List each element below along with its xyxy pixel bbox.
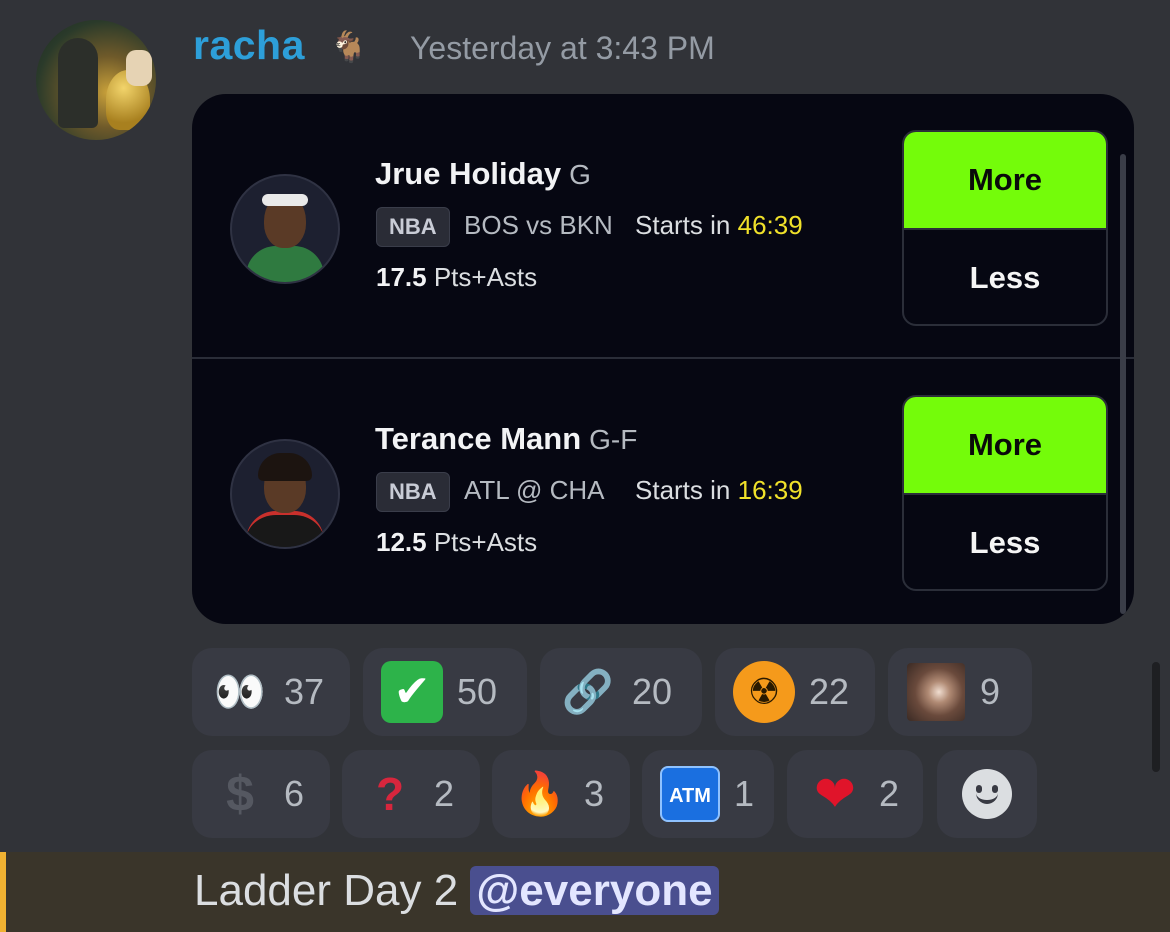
countdown: 16:39 — [737, 475, 803, 505]
reaction-atm[interactable]: ATM 1 — [642, 750, 774, 838]
user-avatar[interactable] — [36, 20, 156, 140]
headband-shape — [262, 194, 308, 206]
more-button[interactable]: More — [904, 397, 1106, 493]
player-avatar — [230, 439, 340, 549]
more-less-toggle: More Less — [902, 395, 1108, 591]
reaction-eyes[interactable]: 👀 37 — [192, 648, 350, 736]
reaction-dollar[interactable]: $ 6 — [192, 750, 330, 838]
player-name: Terance Mann G-F — [375, 421, 637, 457]
player-name-text: Jrue Holiday — [375, 156, 562, 191]
avatar-figure — [58, 38, 98, 128]
atm-glyph: ATM — [660, 766, 720, 822]
player-position: G-F — [589, 424, 638, 455]
add-reaction-button[interactable] — [937, 750, 1037, 838]
reaction-count: 9 — [980, 671, 1001, 712]
dollar-glyph: $ — [226, 766, 254, 822]
username[interactable]: racha — [193, 22, 305, 69]
reaction-radioactive[interactable]: ☢ 22 — [715, 648, 875, 736]
more-button[interactable]: More — [904, 132, 1106, 228]
stat-type: Pts+Asts — [433, 527, 538, 557]
fire-icon: 🔥 — [513, 770, 567, 817]
line-value: 17.5 — [376, 262, 427, 292]
player-name-text: Terance Mann — [375, 421, 582, 456]
reaction-count: 2 — [879, 773, 900, 814]
reaction-count: 2 — [434, 773, 455, 814]
pick-row: Terance Mann G-F NBA ATL @ CHA Starts in … — [192, 359, 1134, 623]
link-icon: 🔗 — [561, 668, 615, 715]
picks-card: Jrue Holiday G NBA BOS vs BKN Starts in 4… — [192, 94, 1134, 624]
jersey-shape — [246, 246, 324, 282]
message-content: Ladder Day 2 @everyone — [194, 866, 719, 916]
stat-line: 17.5 Pts+Asts — [376, 262, 537, 293]
reaction-fire[interactable]: 🔥 3 — [492, 750, 630, 838]
starts-label: Starts in — [635, 210, 731, 240]
smiley-mouth — [976, 793, 998, 804]
everyone-mention[interactable]: @everyone — [470, 866, 719, 915]
starts-label: Starts in — [635, 475, 731, 505]
mention-message: Ladder Day 2 @everyone — [0, 852, 1170, 932]
heart-glyph: ❤ — [814, 766, 856, 822]
reaction-custom[interactable]: 9 — [888, 648, 1032, 736]
custom-image-icon — [906, 663, 966, 721]
less-button[interactable]: Less — [904, 493, 1106, 589]
hair-shape — [258, 453, 312, 481]
radioactive-icon: ☢ — [733, 661, 795, 723]
eyes-icon: 👀 — [213, 668, 267, 715]
stat-type: Pts+Asts — [433, 262, 538, 292]
dollar-icon: $ — [210, 769, 270, 819]
countdown: 46:39 — [737, 210, 803, 240]
reaction-count: 20 — [632, 671, 673, 712]
question-glyph: ? — [375, 768, 405, 820]
message-text: Ladder Day 2 — [194, 866, 459, 915]
stat-line: 12.5 Pts+Asts — [376, 527, 537, 558]
line-value: 12.5 — [376, 527, 427, 557]
start-time: Starts in 16:39 — [635, 475, 803, 506]
matchup-text: BOS vs BKN — [464, 210, 613, 240]
reaction-count: 37 — [284, 671, 325, 712]
reaction-count: 3 — [584, 773, 605, 814]
reaction-heart[interactable]: ❤ 2 — [787, 750, 923, 838]
reaction-link[interactable]: 🔗 20 — [540, 648, 702, 736]
jersey-shape — [246, 511, 324, 547]
reaction-check[interactable]: ✔ 50 — [363, 648, 527, 736]
check-mark-glyph: ✔ — [381, 661, 443, 723]
message-timestamp: Yesterday at 3:43 PM — [410, 30, 715, 66]
player-position: G — [569, 159, 591, 190]
less-button[interactable]: Less — [904, 228, 1106, 324]
league-badge: NBA — [376, 207, 450, 247]
check-mark-icon: ✔ — [381, 661, 443, 723]
smiley-icon — [962, 769, 1012, 819]
matchup-text: ATL @ CHA — [464, 475, 605, 505]
player-name: Jrue Holiday G — [375, 156, 591, 192]
avatar-hand — [126, 50, 152, 86]
reaction-question[interactable]: ? 2 — [342, 750, 480, 838]
player-avatar — [230, 174, 340, 284]
question-mark-icon: ? — [360, 771, 420, 817]
reaction-count: 1 — [734, 773, 755, 814]
card-scrollbar[interactable] — [1120, 154, 1126, 614]
pick-row: Jrue Holiday G NBA BOS vs BKN Starts in 4… — [192, 94, 1134, 358]
start-time: Starts in 46:39 — [635, 210, 803, 241]
radioactive-glyph: ☢ — [733, 661, 795, 723]
more-less-toggle: More Less — [902, 130, 1108, 326]
reaction-count: 50 — [457, 671, 498, 712]
reaction-count: 6 — [284, 773, 305, 814]
custom-emoji-image — [907, 663, 965, 721]
goat-emoji-icon: 🐐 — [330, 31, 368, 64]
atm-icon: ATM — [660, 766, 720, 822]
league-badge: NBA — [376, 472, 450, 512]
reaction-count: 22 — [809, 671, 850, 712]
chat-scrollbar[interactable] — [1152, 662, 1160, 772]
heart-icon: ❤ — [805, 769, 865, 819]
